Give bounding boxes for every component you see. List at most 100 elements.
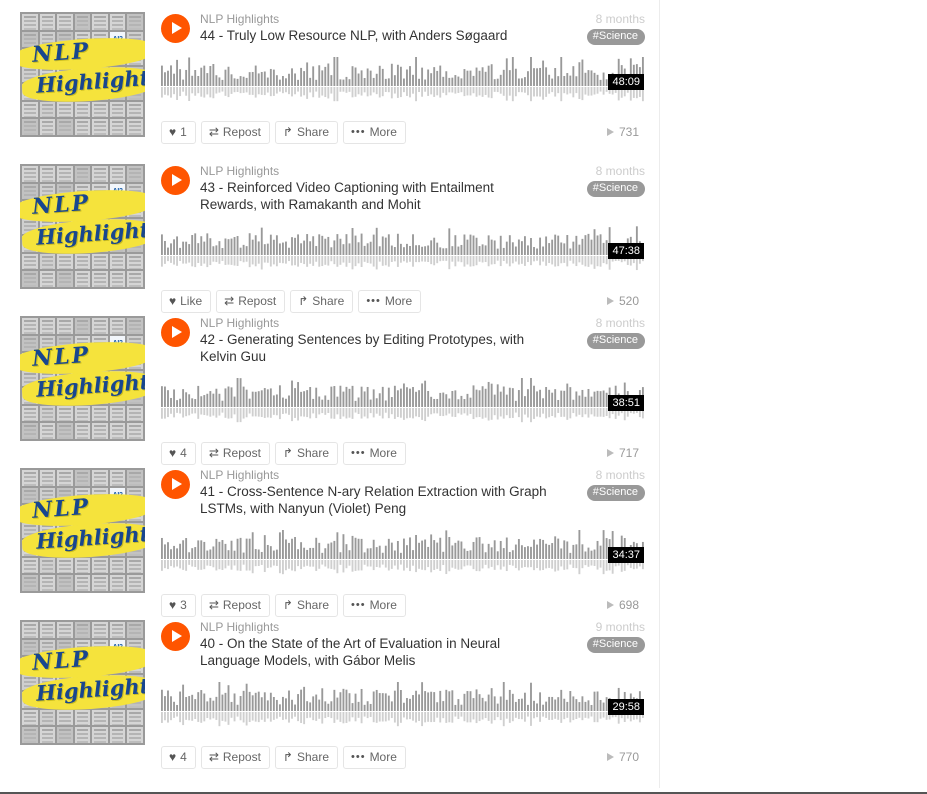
track-body: NLP Highlights 40 - On the State of the … bbox=[161, 620, 645, 769]
artwork-paper-cell bbox=[39, 14, 56, 30]
waveform[interactable]: 47:38 bbox=[161, 225, 645, 277]
waveform[interactable]: 34:37 bbox=[161, 529, 645, 581]
artwork-paper-cell bbox=[22, 253, 38, 270]
artwork-paper-cell bbox=[39, 557, 56, 574]
track-title[interactable]: 41 - Cross-Sentence N-ary Relation Extra… bbox=[200, 483, 553, 517]
more-button[interactable]: ••• More bbox=[343, 120, 406, 144]
track-artist[interactable]: NLP Highlights bbox=[200, 164, 553, 179]
play-button[interactable] bbox=[161, 318, 190, 347]
like-button[interactable]: ♥ 1 bbox=[161, 120, 196, 144]
artwork-paper-cell bbox=[22, 727, 38, 743]
track-artwork[interactable]: AI2 NLP Highlights bbox=[20, 316, 145, 441]
more-button[interactable]: ••• More bbox=[343, 745, 406, 769]
play-count-icon bbox=[606, 128, 614, 136]
track-tag[interactable]: #Science bbox=[586, 485, 645, 501]
artwork-paper-cell bbox=[39, 423, 56, 439]
play-button[interactable] bbox=[161, 470, 190, 499]
play-button[interactable] bbox=[161, 622, 190, 651]
track-tag[interactable]: #Science bbox=[586, 637, 645, 653]
repost-label: Repost bbox=[222, 749, 261, 764]
artwork-paper-cell bbox=[127, 423, 143, 439]
artwork-paper-cell bbox=[22, 470, 38, 486]
artwork-paper-cell bbox=[57, 575, 73, 591]
artwork-paper-cell bbox=[39, 253, 56, 270]
artwork-paper-cell bbox=[109, 423, 126, 439]
track-feed: AI2 NLP Highlights NLP Highlights 44 - T… bbox=[0, 0, 660, 788]
share-icon: ↱ bbox=[282, 749, 293, 764]
artwork-paper-cell bbox=[92, 318, 108, 334]
share-button[interactable]: ↱ Share bbox=[274, 745, 338, 769]
artwork-paper-cell bbox=[109, 727, 126, 743]
artwork-paper-cell bbox=[74, 557, 91, 574]
artwork-paper-cell bbox=[127, 318, 143, 334]
track-artist[interactable]: NLP Highlights bbox=[200, 620, 553, 635]
artwork-paper-cell bbox=[74, 14, 91, 30]
artwork-paper-cell bbox=[39, 271, 56, 287]
waveform[interactable]: 29:58 bbox=[161, 681, 645, 733]
artwork-paper-cell bbox=[127, 575, 143, 591]
track-artist[interactable]: NLP Highlights bbox=[200, 316, 553, 331]
artwork-paper-cell bbox=[109, 14, 126, 30]
track-artist[interactable]: NLP Highlights bbox=[200, 12, 553, 27]
track-title[interactable]: 44 - Truly Low Resource NLP, with Anders… bbox=[200, 27, 553, 44]
track-title[interactable]: 42 - Generating Sentences by Editing Pro… bbox=[200, 331, 553, 365]
track-header: NLP Highlights 42 - Generating Sentences… bbox=[161, 316, 645, 365]
track-artwork[interactable]: AI2 NLP Highlights bbox=[20, 620, 145, 745]
artwork-paper-cell bbox=[127, 557, 143, 574]
play-count: 770 bbox=[606, 750, 645, 764]
track-item: AI2 NLP Highlights NLP Highlights 42 - G… bbox=[0, 304, 659, 465]
artwork-paper-cell bbox=[57, 470, 73, 486]
track-artwork[interactable]: AI2 NLP Highlights bbox=[20, 468, 145, 593]
artwork-paper-cell bbox=[109, 405, 126, 422]
like-button[interactable]: ♥ 4 bbox=[161, 745, 196, 769]
artwork-paper-cell bbox=[74, 575, 91, 591]
artwork-paper-cell bbox=[57, 727, 73, 743]
waveform-svg bbox=[161, 378, 644, 423]
repost-button[interactable]: ⇄ Repost bbox=[200, 745, 270, 769]
track-item: AI2 NLP Highlights NLP Highlights 44 - T… bbox=[0, 0, 659, 152]
artwork-paper-cell bbox=[39, 622, 56, 638]
repost-button[interactable]: ⇄ Repost bbox=[200, 120, 270, 144]
artwork-paper-cell bbox=[127, 119, 143, 135]
repost-icon: ⇄ bbox=[208, 749, 219, 764]
track-body: NLP Highlights 44 - Truly Low Resource N… bbox=[161, 12, 645, 152]
artwork-paper-cell bbox=[92, 405, 108, 422]
artwork-paper-cell bbox=[22, 101, 38, 118]
artwork-paper-cell bbox=[109, 622, 126, 638]
more-label: More bbox=[369, 124, 397, 139]
more-label: More bbox=[369, 749, 397, 764]
track-artwork[interactable]: AI2 NLP Highlights bbox=[20, 164, 145, 289]
waveform[interactable]: 38:51 bbox=[161, 377, 645, 429]
artwork-paper-cell bbox=[109, 557, 126, 574]
track-artwork[interactable]: AI2 NLP Highlights bbox=[20, 12, 145, 137]
repost-label: Repost bbox=[222, 124, 261, 139]
like-count: 1 bbox=[180, 124, 187, 139]
waveform-svg bbox=[161, 226, 644, 271]
track-body: NLP Highlights 42 - Generating Sentences… bbox=[161, 316, 645, 465]
play-button[interactable] bbox=[161, 14, 190, 43]
artwork-paper-cell bbox=[22, 405, 38, 422]
artwork-paper-cell bbox=[22, 271, 38, 287]
artwork-paper-cell bbox=[57, 119, 73, 135]
waveform[interactable]: 48:09 bbox=[161, 56, 645, 108]
repost-icon: ⇄ bbox=[208, 124, 219, 139]
artwork-paper-cell bbox=[127, 253, 143, 270]
track-artist[interactable]: NLP Highlights bbox=[200, 468, 553, 483]
track-title[interactable]: 43 - Reinforced Video Captioning with En… bbox=[200, 179, 553, 213]
artwork-paper-cell bbox=[92, 575, 108, 591]
track-duration: 38:51 bbox=[608, 395, 644, 411]
share-label: Share bbox=[296, 124, 329, 139]
track-tag[interactable]: #Science bbox=[586, 181, 645, 197]
track-tag[interactable]: #Science bbox=[586, 29, 645, 45]
artwork-paper-cell bbox=[22, 709, 38, 726]
track-tag[interactable]: #Science bbox=[586, 333, 645, 349]
artwork-paper-cell bbox=[57, 271, 73, 287]
artwork-paper-cell bbox=[109, 470, 126, 486]
share-button[interactable]: ↱ Share bbox=[274, 120, 338, 144]
share-icon: ↱ bbox=[282, 124, 293, 139]
artwork-paper-cell bbox=[74, 271, 91, 287]
play-button[interactable] bbox=[161, 166, 190, 195]
track-actions: ♥ 1 ⇄ Repost ↱ Share ••• More 731 bbox=[161, 120, 645, 144]
artwork-paper-cell bbox=[92, 253, 108, 270]
track-title[interactable]: 40 - On the State of the Art of Evaluati… bbox=[200, 635, 553, 669]
